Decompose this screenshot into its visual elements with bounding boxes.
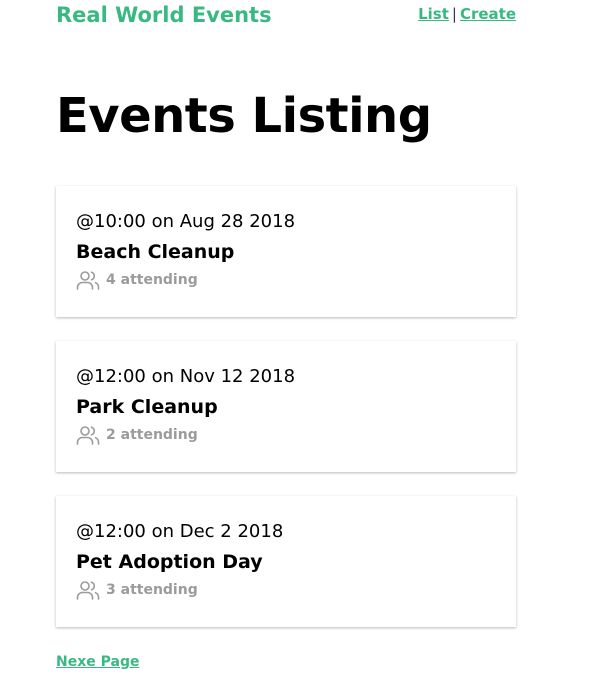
nav-create-link[interactable]: Create bbox=[460, 5, 516, 23]
event-title: Pet Adoption Day bbox=[76, 551, 263, 573]
nav-links: List | Create bbox=[418, 5, 516, 23]
attending-count: 3 attending bbox=[106, 582, 198, 598]
event-datetime: @12:00 on Nov 12 2018 bbox=[76, 366, 296, 387]
brand-title: Real World Events bbox=[56, 3, 272, 27]
event-card[interactable]: @10:00 on Aug 28 2018 Beach Cleanup 4 at… bbox=[56, 186, 516, 317]
event-title: Park Cleanup bbox=[76, 396, 218, 418]
page-title: Events Listing bbox=[56, 88, 432, 144]
users-icon bbox=[76, 581, 100, 600]
event-attendees: 4 attending bbox=[76, 269, 198, 291]
event-list: @10:00 on Aug 28 2018 Beach Cleanup 4 at… bbox=[56, 186, 516, 627]
top-nav: Real World Events List | Create bbox=[56, 0, 516, 34]
event-card[interactable]: @12:00 on Dec 2 2018 Pet Adoption Day 3 … bbox=[56, 496, 516, 627]
event-datetime: @10:00 on Aug 28 2018 bbox=[76, 211, 296, 232]
event-title: Beach Cleanup bbox=[76, 241, 235, 263]
event-card[interactable]: @12:00 on Nov 12 2018 Park Cleanup 2 att… bbox=[56, 341, 516, 472]
users-icon bbox=[76, 271, 100, 290]
event-datetime: @12:00 on Dec 2 2018 bbox=[76, 521, 284, 542]
event-attendees: 3 attending bbox=[76, 579, 198, 601]
attending-count: 2 attending bbox=[106, 427, 198, 443]
nav-separator: | bbox=[451, 5, 457, 23]
nav-list-link[interactable]: List bbox=[418, 5, 449, 23]
attending-count: 4 attending bbox=[106, 272, 198, 288]
next-page-link[interactable]: Nexe Page bbox=[56, 654, 139, 670]
event-attendees: 2 attending bbox=[76, 424, 198, 446]
users-icon bbox=[76, 426, 100, 445]
